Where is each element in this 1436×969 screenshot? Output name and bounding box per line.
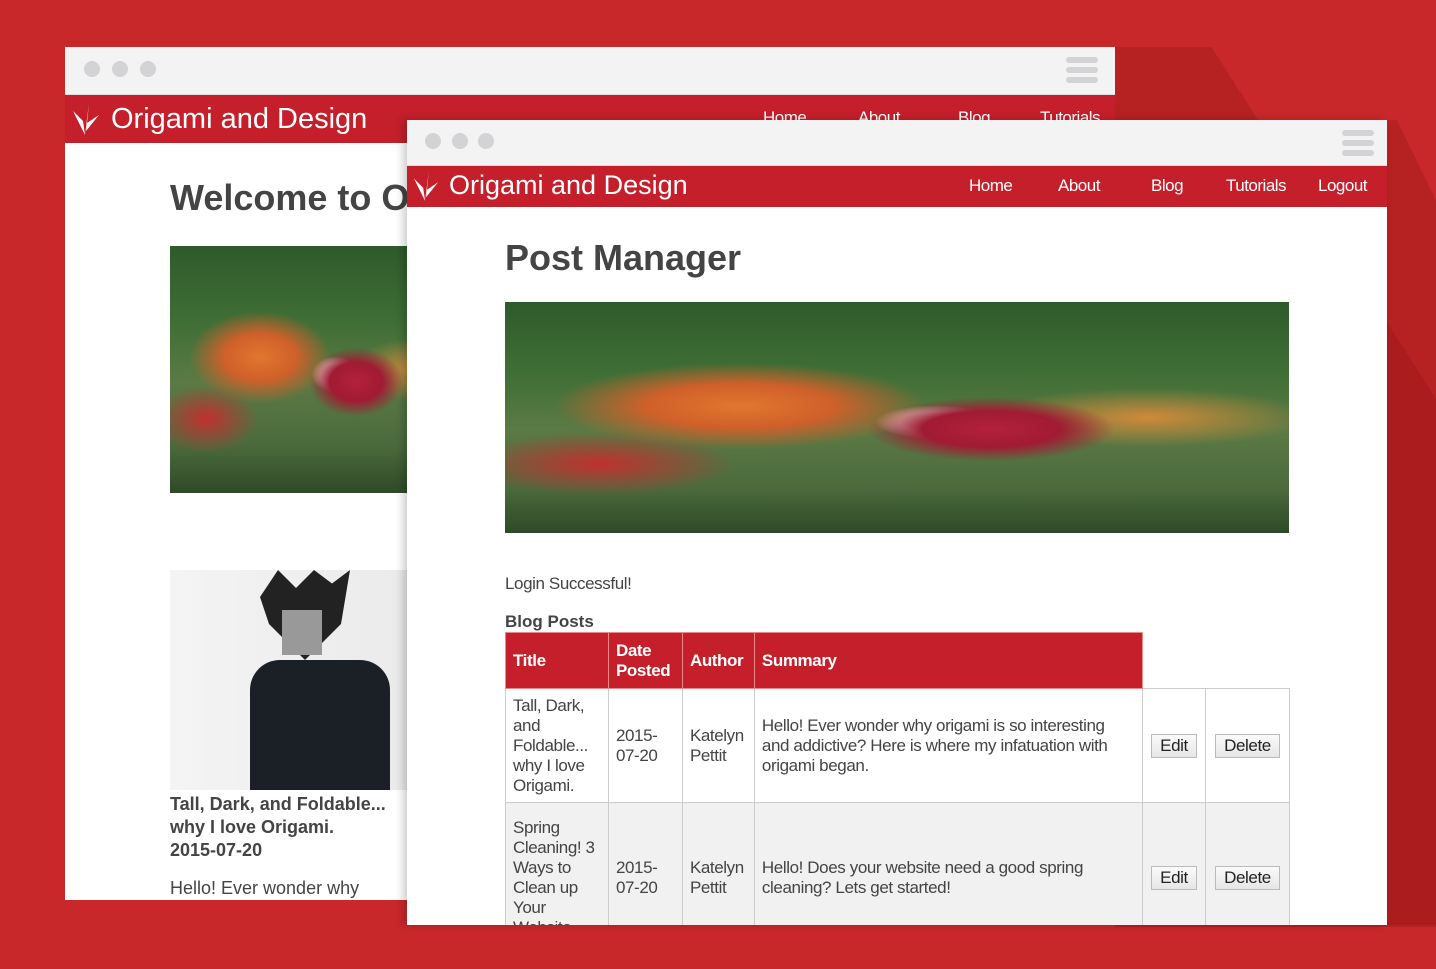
nav-logout[interactable]: Logout [1318,176,1368,196]
window-control-dot[interactable] [84,61,100,77]
page-title: Welcome to O [170,177,410,218]
column-header-date: Date Posted [607,632,683,689]
delete-cell: Delete [1204,688,1291,803]
post-title: Spring Cleaning! 3 Ways to Clean up Your… [505,802,609,925]
page-title: Post Manager [505,237,742,278]
window-control-dot[interactable] [425,133,441,149]
hamburger-menu-icon[interactable] [1342,130,1374,156]
title-bar [65,47,1115,95]
post-author: Katelyn Pettit [681,802,755,925]
navbar: Origami and Design Home About Blog Tutor… [407,166,1387,207]
title-bar [407,120,1387,166]
nav-about[interactable]: About [1058,176,1100,196]
front-window-shadow [1387,120,1436,925]
table-row: Spring Cleaning! 3 Ways to Clean up Your… [505,802,1291,925]
empty-header [1205,632,1290,689]
post-date: 2015-07-20 [170,840,263,860]
empty-header [1142,632,1206,689]
delete-button[interactable]: Delete [1215,865,1280,890]
edit-button[interactable]: Edit [1151,865,1197,890]
post-title[interactable]: Tall, Dark, and Foldable... why I love O… [170,793,386,862]
delete-button[interactable]: Delete [1215,733,1280,758]
window-control-dot[interactable] [140,61,156,77]
table-row: Tall, Dark, and Foldable... why I love O… [505,688,1291,803]
column-header-author: Author [681,632,755,689]
nav-home[interactable]: Home [969,176,1013,196]
edit-button[interactable]: Edit [1151,733,1197,758]
status-message: Login Successful! [505,574,632,593]
delete-cell: Delete [1204,802,1291,925]
column-header-summary: Summary [753,632,1144,689]
post-date: 2015-07-20 [607,688,683,803]
front-browser-window: Origami and Design Home About Blog Tutor… [407,120,1387,925]
hamburger-menu-icon[interactable] [1066,57,1098,83]
crane-logo-icon [73,103,99,135]
crane-logo-icon [413,171,439,201]
post-excerpt: Hello! Ever wonder why [170,878,360,898]
post-title: Tall, Dark, and Foldable... why I love O… [505,688,609,803]
hero-image [505,302,1289,533]
window-control-dot[interactable] [478,133,494,149]
window-control-dot[interactable] [452,133,468,149]
edit-cell: Edit [1142,688,1206,803]
table-caption: Blog Posts [505,612,594,631]
blog-posts-table: Title Date Posted Author Summary Tall, D… [505,632,1291,925]
table-header-row: Title Date Posted Author Summary [505,632,1290,689]
edit-cell: Edit [1142,802,1206,925]
post-author: Katelyn Pettit [681,688,755,803]
brand-name[interactable]: Origami and Design [111,103,367,136]
column-header-title: Title [505,632,609,689]
brand-name[interactable]: Origami and Design [449,170,688,201]
nav-blog[interactable]: Blog [1151,176,1184,196]
post-date: 2015-07-20 [607,802,683,925]
nav-tutorials[interactable]: Tutorials [1226,176,1287,196]
post-summary: Hello! Ever wonder why origami is so int… [753,688,1144,803]
window-control-dot[interactable] [112,61,128,77]
post-summary: Hello! Does your website need a good spr… [753,802,1144,925]
